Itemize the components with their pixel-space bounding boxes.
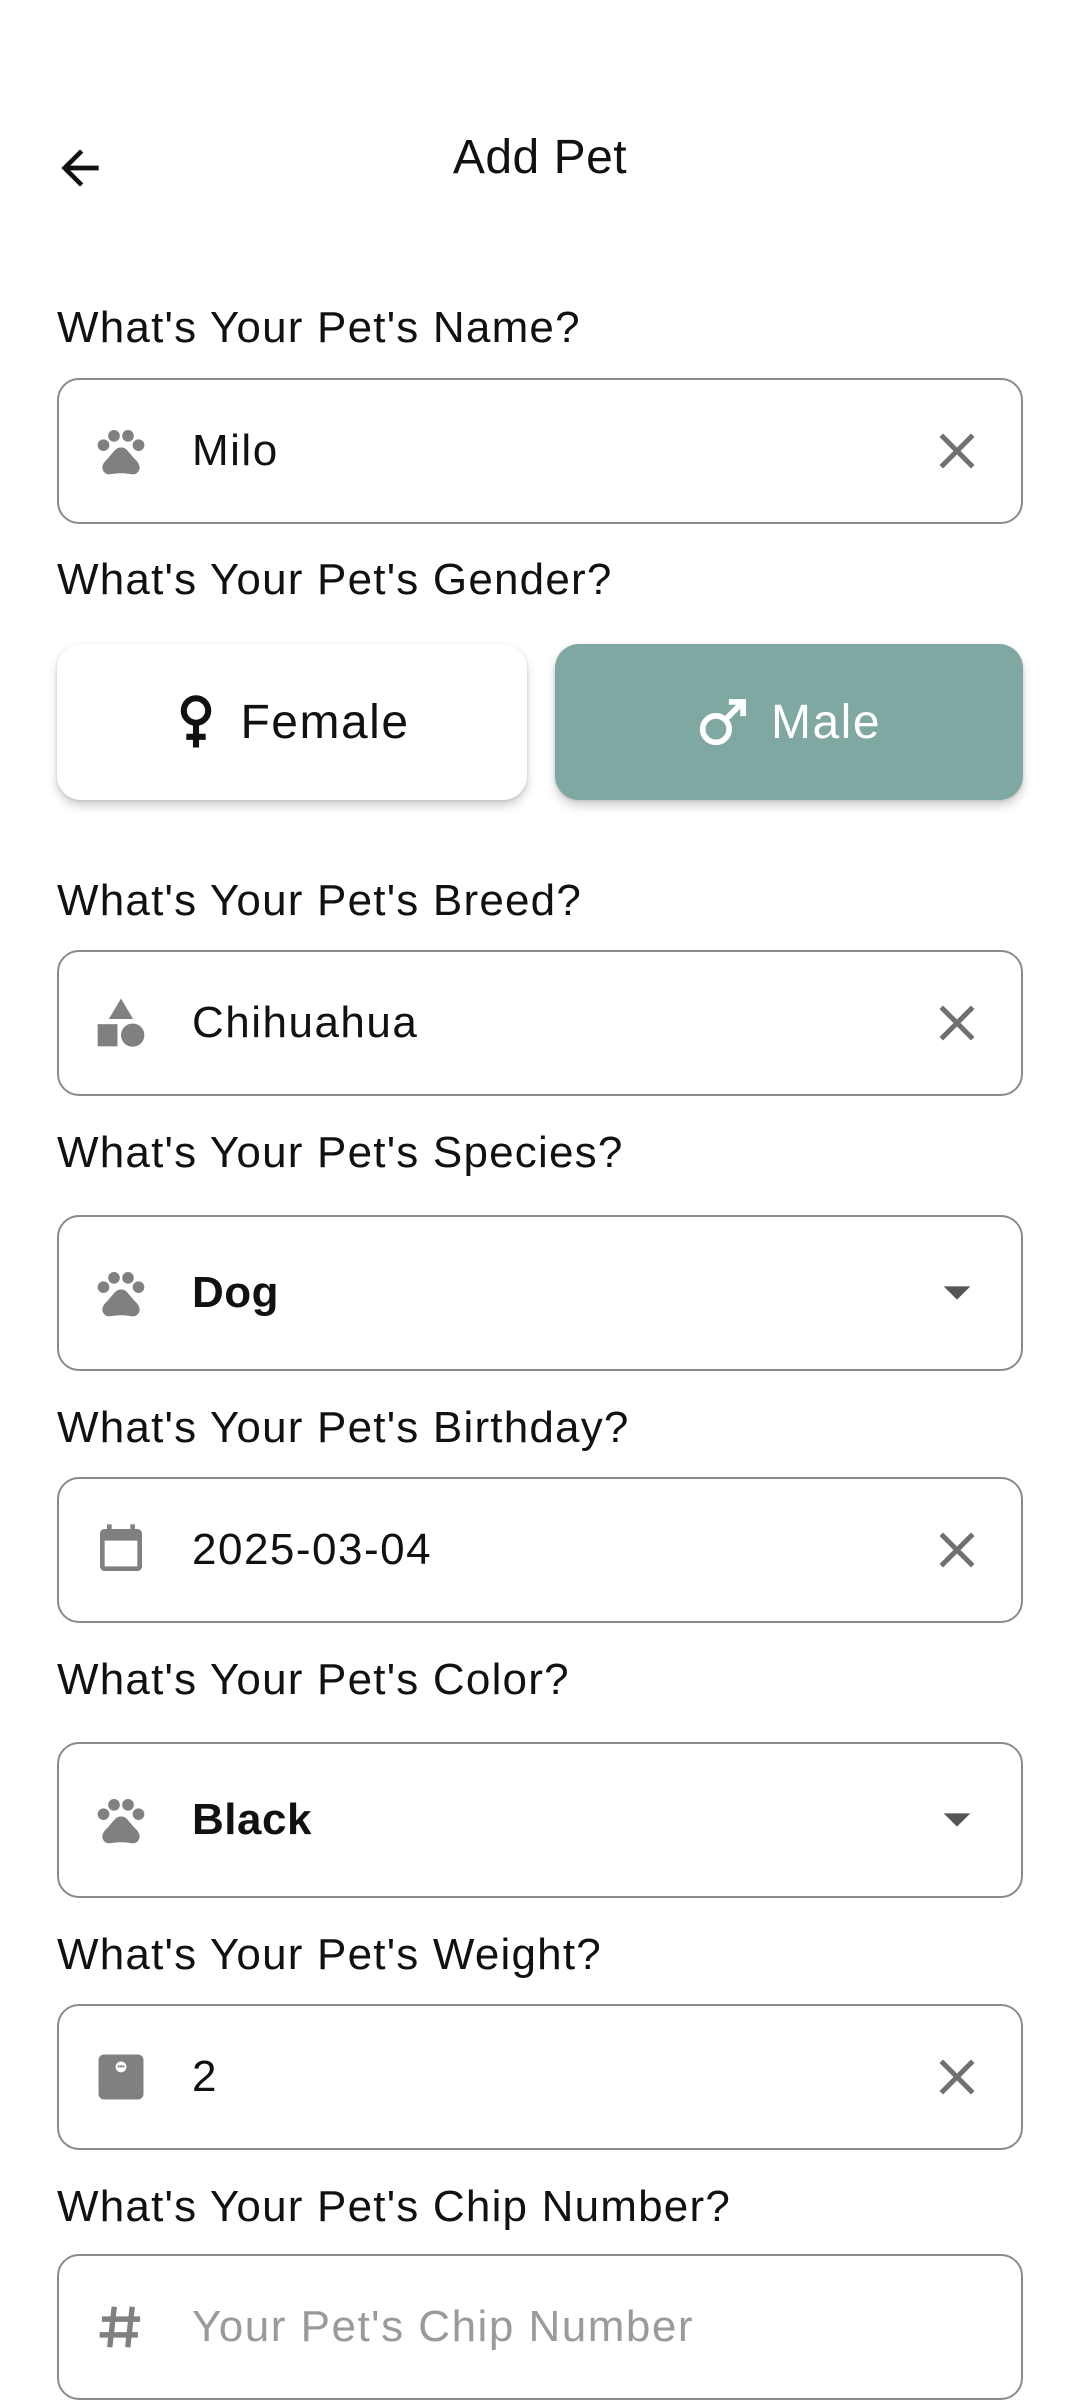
close-icon bbox=[939, 1532, 975, 1568]
color-dropdown-toggle[interactable] bbox=[927, 1790, 987, 1850]
paw-icon bbox=[93, 423, 149, 479]
gender-male-label: Male bbox=[770, 695, 882, 749]
species-label: What's Your Pet's Species? bbox=[57, 1128, 624, 1177]
clear-birthday-button[interactable] bbox=[927, 1520, 987, 1580]
calendar-icon bbox=[93, 1522, 149, 1578]
clear-weight-button[interactable] bbox=[927, 2047, 987, 2107]
clear-breed-button[interactable] bbox=[927, 993, 987, 1053]
breed-field[interactable]: Chihuahua bbox=[57, 950, 1023, 1096]
male-icon bbox=[699, 699, 746, 746]
species-dropdown[interactable]: Dog bbox=[57, 1215, 1023, 1371]
chip-field[interactable]: Your Pet's Chip Number bbox=[57, 2254, 1023, 2400]
weight-field[interactable]: 2 bbox=[57, 2004, 1023, 2150]
shapes-icon bbox=[93, 995, 149, 1051]
weight-value: 2 bbox=[192, 2052, 218, 2101]
close-icon bbox=[939, 1005, 975, 1041]
breed-value: Chihuahua bbox=[192, 998, 419, 1047]
birthday-value: 2025-03-04 bbox=[192, 1525, 433, 1574]
paw-icon bbox=[93, 1265, 149, 1321]
add-pet-screen: Add Pet What's Your Pet's Name? Milo Wha… bbox=[0, 0, 1080, 2400]
gender-female-button[interactable]: Female bbox=[57, 644, 527, 800]
caret-down-icon bbox=[943, 1813, 971, 1827]
name-label: What's Your Pet's Name? bbox=[57, 303, 581, 352]
color-dropdown[interactable]: Black bbox=[57, 1742, 1023, 1898]
color-label: What's Your Pet's Color? bbox=[57, 1655, 570, 1704]
chip-placeholder: Your Pet's Chip Number bbox=[192, 2302, 695, 2351]
species-value: Dog bbox=[192, 1268, 280, 1317]
gender-male-button[interactable]: Male bbox=[555, 644, 1023, 800]
paw-icon bbox=[93, 1792, 149, 1848]
close-icon bbox=[939, 433, 975, 469]
page-title: Add Pet bbox=[452, 131, 628, 184]
birthday-label: What's Your Pet's Birthday? bbox=[57, 1403, 630, 1452]
female-icon bbox=[181, 695, 212, 748]
name-value: Milo bbox=[192, 426, 279, 475]
app-bar: Add Pet bbox=[0, 100, 1080, 230]
scale-icon bbox=[93, 2049, 149, 2105]
caret-down-icon bbox=[943, 1286, 971, 1300]
close-icon bbox=[939, 2059, 975, 2095]
name-field[interactable]: Milo bbox=[57, 378, 1023, 524]
weight-label: What's Your Pet's Weight? bbox=[57, 1930, 602, 1979]
species-dropdown-toggle[interactable] bbox=[927, 1263, 987, 1323]
color-value: Black bbox=[192, 1795, 312, 1844]
clear-name-button[interactable] bbox=[927, 421, 987, 481]
breed-label: What's Your Pet's Breed? bbox=[57, 876, 583, 925]
birthday-field[interactable]: 2025-03-04 bbox=[57, 1477, 1023, 1623]
gender-female-label: Female bbox=[240, 695, 410, 749]
gender-label: What's Your Pet's Gender? bbox=[57, 555, 613, 604]
chip-label: What's Your Pet's Chip Number? bbox=[57, 2182, 731, 2231]
hash-icon bbox=[93, 2299, 149, 2355]
